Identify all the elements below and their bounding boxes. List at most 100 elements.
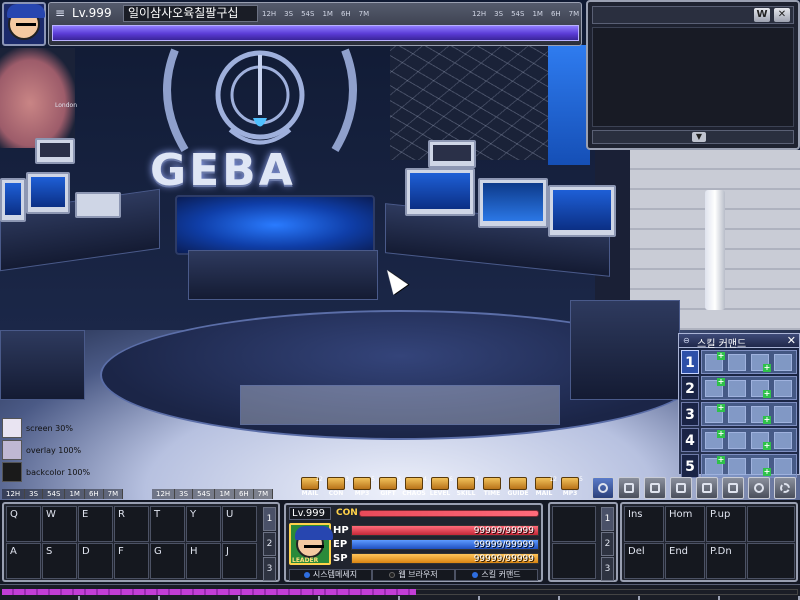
ep-row: EP 99999/99999 <box>333 538 539 551</box>
hotkey-slot-y[interactable]: Y <box>186 506 221 542</box>
hotkey-page-button[interactable]: 3 <box>263 557 276 581</box>
menu-mail-icon[interactable]: MAIL 12 <box>530 476 558 499</box>
keyboard-icon[interactable] <box>670 477 692 499</box>
hotkey-slot-w[interactable]: W <box>42 506 77 542</box>
hotkey-slot-q[interactable]: Q <box>6 506 41 542</box>
hotkey-slot-del[interactable]: Del <box>624 543 664 579</box>
skill-slot[interactable] <box>774 458 792 475</box>
hotkey-slot-j[interactable]: J <box>222 543 257 579</box>
hotkey-page-button[interactable]: 1 <box>601 507 614 531</box>
menu-gift-icon[interactable]: GIFT 3 <box>374 476 402 499</box>
menu-skill-icon[interactable]: SKILL 7 <box>452 476 480 499</box>
lock-icon[interactable]: ⊖ <box>683 336 690 345</box>
skill-row-number[interactable]: 5 <box>681 454 699 478</box>
menu-icon[interactable]: ≡ <box>52 6 68 20</box>
menu-mail-icon[interactable]: MAIL 12 <box>296 476 324 499</box>
menu-chaos-icon[interactable]: CHAOS 4 <box>400 476 428 499</box>
sp-bar: 99999/99999 <box>351 553 539 564</box>
skill-row-number[interactable]: 3 <box>681 402 699 426</box>
chat-scroll-down-icon[interactable]: ▼ <box>692 132 706 142</box>
hotkey-slot-end[interactable]: End <box>665 543 705 579</box>
leader-label: LEADER <box>292 557 319 564</box>
player-avatar[interactable] <box>2 2 46 46</box>
hotkey-slot-ins[interactable]: Ins <box>624 506 664 542</box>
whisper-button[interactable]: W <box>754 8 770 22</box>
menu-mp3-icon[interactable]: MP3 5 <box>348 476 376 499</box>
menu-mp3-icon[interactable]: MP3 5 <box>556 476 584 499</box>
character-icon[interactable] <box>592 477 614 499</box>
hotkey-page-button[interactable]: 2 <box>601 532 614 556</box>
chat-close-button[interactable]: ✕ <box>774 8 790 22</box>
inventory-icon[interactable] <box>618 477 640 499</box>
hotkey-page-button[interactable]: 3 <box>601 557 614 581</box>
globe-icon[interactable] <box>748 477 770 499</box>
hotkey-page-button[interactable]: 1 <box>263 507 276 531</box>
messenger-icon[interactable] <box>722 477 744 499</box>
skill-slot[interactable] <box>774 432 792 449</box>
hotkey-slot-h[interactable]: H <box>186 543 221 579</box>
skill-slot[interactable] <box>774 354 792 371</box>
hotkey-slot[interactable] <box>747 506 795 542</box>
party-icon[interactable] <box>644 477 666 499</box>
skill-panel-title: 스킬 커맨드 <box>697 339 747 350</box>
skill-row[interactable]: + + <box>701 428 797 452</box>
skill-row[interactable]: + + <box>701 376 797 400</box>
menu-con-icon[interactable]: CON 3 <box>322 476 350 499</box>
center-console <box>188 250 378 300</box>
skill-panel-close-icon[interactable]: ✕ <box>787 334 796 347</box>
hotkey-slot-s[interactable]: S <box>42 543 77 579</box>
geba-logo: GEBA <box>150 145 296 196</box>
exp-ticks <box>0 596 800 600</box>
skill-row-number[interactable]: 4 <box>681 428 699 452</box>
hotkey-slot-a[interactable]: A <box>6 543 41 579</box>
skill-row-number[interactable]: 2 <box>681 376 699 400</box>
hotkey-slot-pdn[interactable]: P.Dn <box>706 543 746 579</box>
hotkey-slot-u[interactable]: U <box>222 506 257 542</box>
skill-slot[interactable] <box>728 406 746 423</box>
skill-row[interactable]: + + <box>701 350 797 374</box>
menu-time-icon[interactable]: TIME <box>478 477 506 499</box>
ep-bar: 99999/99999 <box>351 539 539 550</box>
hotkey-slot[interactable] <box>552 506 596 542</box>
hotkey-slot[interactable] <box>747 543 795 579</box>
hotkey-slot-hom[interactable]: Hom <box>665 506 705 542</box>
skill-slot[interactable] <box>728 458 746 475</box>
tab-web-browser[interactable]: 웹 브라우저 <box>372 569 455 581</box>
hotkey-slot-t[interactable]: T <box>150 506 185 542</box>
hotkey-slot-g[interactable]: G <box>150 543 185 579</box>
menu-guide-icon[interactable]: GUIDE <box>504 477 532 499</box>
tab-system-message[interactable]: 시스템메세지 <box>289 569 372 581</box>
floor-panel <box>240 385 560 425</box>
skill-slot[interactable] <box>728 380 746 397</box>
skill-slot[interactable] <box>774 380 792 397</box>
chat-log[interactable] <box>592 27 794 127</box>
skill-slot[interactable] <box>728 432 746 449</box>
screen-swatch[interactable] <box>2 418 22 438</box>
settings-gear-icon[interactable] <box>774 477 796 499</box>
overlay-overlay-setting: overlay 100% <box>2 440 81 460</box>
hotkey-page-button[interactable]: 2 <box>263 532 276 556</box>
plus-icon: + <box>717 455 725 464</box>
overlay-label: overlay 100% <box>26 445 82 455</box>
tab-skill-command[interactable]: 스킬 커맨드 <box>455 569 538 581</box>
skill-slot[interactable] <box>774 406 792 423</box>
menu-level-icon[interactable]: LEVEL 6 <box>426 476 454 499</box>
hp-label: HP <box>333 525 349 536</box>
hotkey-slot-pup[interactable]: P.up <box>706 506 746 542</box>
hotkey-slot-d[interactable]: D <box>78 543 113 579</box>
skill-row-number[interactable]: 1 <box>681 350 699 374</box>
hotkey-panel-left: QWERTYU ASDFGHJ123 <box>2 502 280 582</box>
phone-icon[interactable] <box>696 477 718 499</box>
skill-slot[interactable] <box>728 354 746 371</box>
hotkey-slot-e[interactable]: E <box>78 506 113 542</box>
hotkey-slot-r[interactable]: R <box>114 506 149 542</box>
hotkey-slot[interactable] <box>552 543 596 579</box>
con-bar <box>359 510 539 517</box>
hotkey-slot-f[interactable]: F <box>114 543 149 579</box>
backcolor-swatch[interactable] <box>2 462 22 482</box>
skill-row[interactable]: + + <box>701 454 797 478</box>
overlay-swatch[interactable] <box>2 440 22 460</box>
skill-row[interactable]: + + <box>701 402 797 426</box>
plus-icon: + <box>763 415 771 424</box>
right-monitor-1 <box>405 168 475 216</box>
